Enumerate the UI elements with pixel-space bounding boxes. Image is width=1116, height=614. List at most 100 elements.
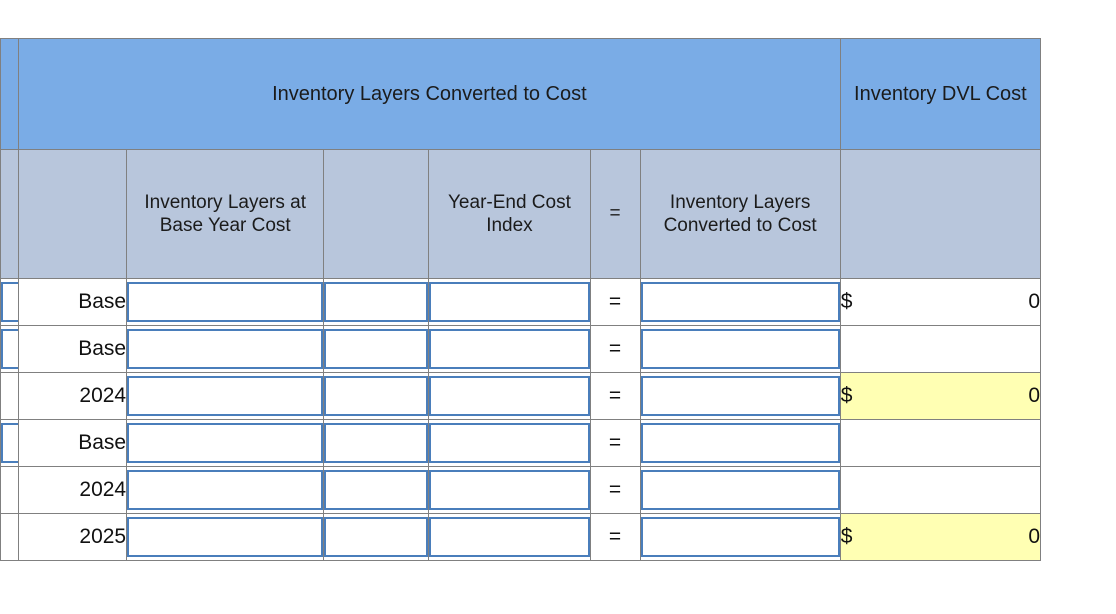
converted-to-cost-input[interactable] bbox=[640, 470, 840, 510]
multiplier-input[interactable] bbox=[324, 282, 429, 322]
cost-index-cell bbox=[428, 325, 591, 373]
base-year-cost-cell bbox=[126, 325, 325, 373]
row-year-label: 2024 bbox=[18, 466, 128, 514]
base-year-cost-input[interactable] bbox=[127, 376, 324, 416]
header-cost-index: Year-End Cost Index bbox=[428, 149, 591, 279]
cost-index-wrap bbox=[429, 376, 590, 416]
cost-index-wrap bbox=[429, 329, 590, 369]
multiplier-wrap bbox=[324, 423, 429, 463]
header-multiply bbox=[323, 149, 430, 279]
stub-entry-wrap bbox=[1, 282, 19, 322]
dvl-cost-amount: 0 bbox=[1028, 525, 1040, 548]
converted-to-cost-wrap bbox=[640, 282, 840, 322]
base-year-cost-wrap bbox=[127, 517, 324, 557]
multiplier-input[interactable] bbox=[324, 517, 429, 557]
header-base-year-cost: Inventory Layers at Base Year Cost bbox=[126, 149, 325, 279]
equals-operator: = bbox=[589, 513, 641, 561]
cost-index-input[interactable] bbox=[429, 282, 590, 322]
converted-to-cost-input[interactable] bbox=[640, 329, 840, 369]
row-stub-cell bbox=[0, 466, 20, 514]
multiplier-wrap bbox=[324, 376, 429, 416]
converted-to-cost-cell bbox=[639, 466, 841, 514]
cost-index-cell bbox=[428, 466, 591, 514]
dvl-cost-cell bbox=[839, 325, 1042, 373]
equals-operator: = bbox=[589, 372, 641, 420]
cost-index-wrap bbox=[429, 517, 590, 557]
inventory-dvl-table: Inventory Layers Converted to Cost Inven… bbox=[0, 38, 1042, 561]
multiplier-cell bbox=[323, 513, 430, 561]
base-year-cost-input[interactable] bbox=[127, 470, 324, 510]
dvl-cost-cell: $0 bbox=[839, 513, 1042, 561]
dvl-cost-cell: $0 bbox=[839, 278, 1042, 326]
stub-entry-wrap bbox=[1, 423, 19, 463]
cost-index-input[interactable] bbox=[429, 517, 590, 557]
base-year-cost-wrap bbox=[127, 282, 324, 322]
base-year-cost-input[interactable] bbox=[127, 329, 324, 369]
table-row: Base = bbox=[0, 419, 1042, 467]
converted-to-cost-wrap bbox=[640, 470, 840, 510]
dvl-worksheet: Inventory Layers Converted to Cost Inven… bbox=[0, 38, 1042, 561]
table-header: Inventory Layers Converted to Cost Inven… bbox=[0, 38, 1042, 279]
base-year-cost-cell bbox=[126, 419, 325, 467]
table-row: 2024 = $0 bbox=[0, 372, 1042, 420]
dvl-cost-value: $0 bbox=[841, 525, 1040, 549]
multiplier-input[interactable] bbox=[324, 423, 429, 463]
row-stub-cell bbox=[0, 419, 20, 467]
header-group-title: Inventory Layers Converted to Cost bbox=[18, 38, 841, 150]
cost-index-cell bbox=[428, 513, 591, 561]
multiplier-wrap bbox=[324, 329, 429, 369]
multiplier-input[interactable] bbox=[324, 470, 429, 510]
cost-index-wrap bbox=[429, 423, 590, 463]
multiplier-cell bbox=[323, 372, 430, 420]
header-sub-dvl bbox=[839, 149, 1042, 279]
row-year-label: Base bbox=[18, 278, 128, 326]
dvl-cost-value: $0 bbox=[841, 290, 1040, 314]
base-year-cost-cell bbox=[126, 278, 325, 326]
table-row: Base = $0 bbox=[0, 278, 1042, 326]
converted-to-cost-input[interactable] bbox=[640, 423, 840, 463]
converted-to-cost-input[interactable] bbox=[640, 376, 840, 416]
table-body: Base = $0 Base = 2024 = $0 Base = 2024 = 2025 = $0 bbox=[0, 278, 1042, 561]
converted-to-cost-wrap bbox=[640, 329, 840, 369]
base-year-cost-input[interactable] bbox=[127, 282, 324, 322]
converted-to-cost-input[interactable] bbox=[640, 282, 840, 322]
converted-to-cost-wrap bbox=[640, 517, 840, 557]
cost-index-input[interactable] bbox=[429, 376, 590, 416]
cost-index-input[interactable] bbox=[429, 329, 590, 369]
dvl-cost-cell: $0 bbox=[839, 372, 1042, 420]
cost-index-input[interactable] bbox=[429, 423, 590, 463]
converted-to-cost-wrap bbox=[640, 376, 840, 416]
multiplier-wrap bbox=[324, 470, 429, 510]
row-year-label: 2024 bbox=[18, 372, 128, 420]
stub-entry-wrap bbox=[1, 329, 19, 369]
row-year-label: Base bbox=[18, 325, 128, 373]
dvl-cost-value: $0 bbox=[841, 384, 1040, 408]
base-year-cost-cell bbox=[126, 513, 325, 561]
multiplier-cell bbox=[323, 278, 430, 326]
stub-entry-input[interactable] bbox=[1, 282, 19, 322]
header-sub-year bbox=[18, 149, 128, 279]
cost-index-wrap bbox=[429, 282, 590, 322]
stub-entry-input[interactable] bbox=[1, 329, 19, 369]
base-year-cost-cell bbox=[126, 466, 325, 514]
stub-entry-input[interactable] bbox=[1, 423, 19, 463]
base-year-cost-wrap bbox=[127, 470, 324, 510]
row-stub-cell bbox=[0, 372, 20, 420]
converted-to-cost-cell bbox=[639, 372, 841, 420]
converted-to-cost-input[interactable] bbox=[640, 517, 840, 557]
base-year-cost-input[interactable] bbox=[127, 423, 324, 463]
multiplier-input[interactable] bbox=[324, 376, 429, 416]
cost-index-input[interactable] bbox=[429, 470, 590, 510]
multiplier-input[interactable] bbox=[324, 329, 429, 369]
header-row-columns: Inventory Layers at Base Year Cost Year-… bbox=[0, 149, 1042, 279]
equals-operator: = bbox=[589, 325, 641, 373]
multiplier-cell bbox=[323, 466, 430, 514]
equals-operator: = bbox=[589, 466, 641, 514]
row-stub-cell bbox=[0, 513, 20, 561]
base-year-cost-input[interactable] bbox=[127, 517, 324, 557]
cost-index-cell bbox=[428, 419, 591, 467]
currency-symbol: $ bbox=[840, 290, 853, 313]
equals-operator: = bbox=[589, 278, 641, 326]
dvl-cost-amount: 0 bbox=[1028, 384, 1040, 407]
row-stub-cell bbox=[0, 325, 20, 373]
